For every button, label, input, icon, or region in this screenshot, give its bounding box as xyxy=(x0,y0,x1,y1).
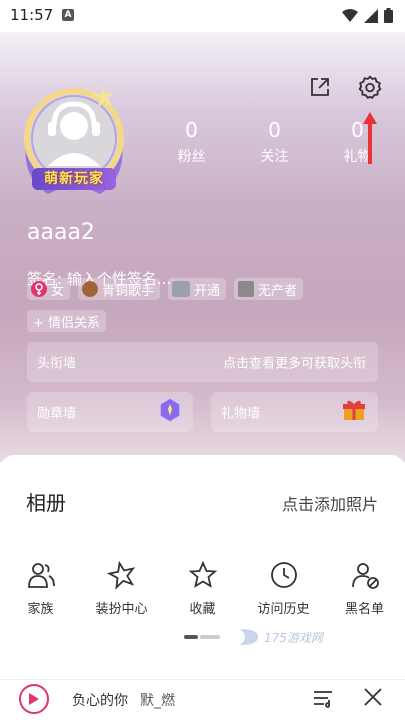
quick-label-blacklist: 黑名单 xyxy=(344,602,384,617)
title-wall-label: 头衔墙 xyxy=(37,356,77,372)
stat-fans[interactable]: 0 粉丝 xyxy=(150,118,233,166)
song-artist: 默_燃 xyxy=(140,693,175,709)
gift-icon xyxy=(342,399,366,425)
lower-section: 相册 点击添加照片 家族 装扮中心 收藏 访问历史 黑名单 175游戏网 负心的… xyxy=(0,455,405,720)
profile-header: 萌新玩家 0 粉丝 0 关注 0 礼物 aaaa2 签名: 输入个性签名... xyxy=(0,32,405,462)
close-music-button[interactable] xyxy=(362,686,384,712)
page-dot-inactive xyxy=(200,635,220,639)
playlist-icon xyxy=(314,691,332,708)
vip-tag[interactable]: 开通 xyxy=(168,278,227,300)
dressup-icon xyxy=(106,560,135,590)
medal-icon xyxy=(159,397,181,427)
stat-following[interactable]: 0 关注 xyxy=(233,118,316,166)
wifi-icon xyxy=(342,8,358,22)
quick-label-family: 家族 xyxy=(27,602,54,617)
bronze-medal-icon xyxy=(82,281,99,297)
username: aaaa2 xyxy=(27,220,95,245)
title-wall-card[interactable]: 头衔墙 点击查看更多可获取头衔 xyxy=(27,342,378,382)
gift-wall-label: 礼物墙 xyxy=(221,406,261,422)
medal-wall-card[interactable]: 勋章墙 xyxy=(27,392,193,432)
watermark-logo-icon xyxy=(240,629,258,645)
close-icon xyxy=(364,688,382,706)
share-icon xyxy=(311,78,329,96)
producer-tag[interactable]: 无产者 xyxy=(234,278,304,300)
gear-icon xyxy=(358,75,382,99)
vip-label: 开通 xyxy=(194,283,221,299)
quick-actions: 家族 装扮中心 收藏 访问历史 黑名单 xyxy=(0,560,405,617)
status-time: 11:57 xyxy=(10,6,54,24)
quick-label-favorites: 收藏 xyxy=(189,602,216,617)
stat-gifts[interactable]: 0 礼物 xyxy=(316,118,399,166)
gender-tag: 女 xyxy=(27,278,71,300)
quick-item-blacklist[interactable]: 黑名单 xyxy=(324,560,405,617)
stat-gifts-label: 礼物 xyxy=(343,149,372,165)
clock-icon xyxy=(270,562,297,588)
avatar[interactable]: 萌新玩家 xyxy=(18,82,130,202)
vip-icon xyxy=(172,281,191,297)
female-icon xyxy=(31,281,47,297)
album-title: 相册 xyxy=(26,491,66,515)
quick-item-family[interactable]: 家族 xyxy=(0,560,81,617)
share-button[interactable] xyxy=(305,72,335,102)
add-photo-link[interactable]: 点击添加照片 xyxy=(282,491,378,515)
play-icon xyxy=(29,693,39,705)
quick-item-history[interactable]: 访问历史 xyxy=(243,560,324,617)
stat-following-label: 关注 xyxy=(260,149,289,165)
profile-screen: 11:57 A 萌新玩家 0 粉丝 0 关注 0 礼物 aaaa2 签名: 输入… xyxy=(0,0,405,720)
quick-label-dressup: 装扮中心 xyxy=(95,602,148,617)
page-indicator xyxy=(184,635,220,639)
tag-row-1: 女 青铜歌手 开通 无产者 xyxy=(27,278,304,300)
stat-fans-label: 粉丝 xyxy=(177,149,206,165)
level-tag[interactable]: 青铜歌手 xyxy=(78,278,161,300)
quick-item-favorites[interactable]: 收藏 xyxy=(162,560,243,617)
song-title: 负心的你 xyxy=(72,693,128,709)
status-icons xyxy=(342,8,393,23)
play-button[interactable] xyxy=(19,684,49,714)
family-icon xyxy=(27,563,55,588)
red-arrow-annotation xyxy=(363,112,377,164)
couple-tag[interactable]: + 情侣关系 xyxy=(27,310,107,332)
medal-wall-label: 勋章墙 xyxy=(37,406,77,422)
avatar-badge: 萌新玩家 xyxy=(32,168,116,190)
stat-fans-value: 0 xyxy=(185,118,198,142)
level-label: 青铜歌手 xyxy=(102,283,155,299)
settings-button[interactable] xyxy=(355,72,385,102)
tag-row-2: + 情侣关系 xyxy=(27,310,107,332)
battery-icon xyxy=(384,8,393,23)
watermark-text: 175游戏网 xyxy=(264,630,323,645)
gift-wall-card[interactable]: 礼物墙 xyxy=(211,392,378,432)
watermark: 175游戏网 xyxy=(238,627,323,647)
producer-label: 无产者 xyxy=(258,283,298,299)
music-bar: 负心的你 默_燃 xyxy=(0,679,405,720)
title-wall-hint: 点击查看更多可获取头衔 xyxy=(222,356,366,372)
signal-icon xyxy=(364,8,378,23)
star-icon xyxy=(188,560,217,588)
quick-label-history: 访问历史 xyxy=(257,602,310,617)
page-dot-active xyxy=(184,635,198,639)
quick-item-dressup[interactable]: 装扮中心 xyxy=(81,560,162,617)
blacklist-icon xyxy=(351,563,379,589)
couple-label: + 情侣关系 xyxy=(33,315,101,331)
producer-icon xyxy=(238,281,255,297)
gender-label: 女 xyxy=(51,283,65,299)
status-bar: 11:57 A xyxy=(0,0,405,32)
notification-icon: A xyxy=(62,9,74,21)
stat-gifts-value: 0 xyxy=(351,118,364,142)
playlist-button[interactable] xyxy=(312,688,336,714)
stat-following-value: 0 xyxy=(268,118,281,142)
